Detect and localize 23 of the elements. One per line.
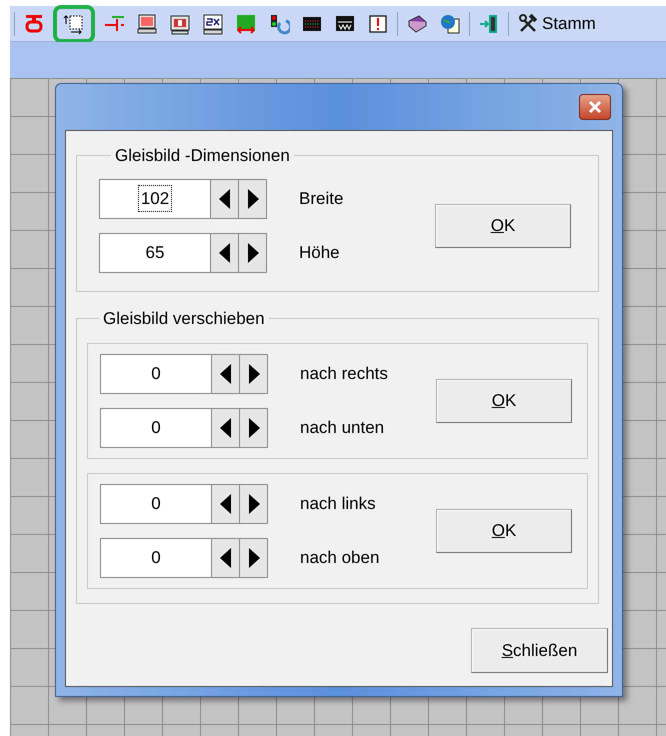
field-label: nach rechts [300,363,388,386]
field-label: Höhe [299,242,340,264]
ok-button[interactable]: OK [435,204,571,248]
ok-button[interactable]: OK [436,379,572,423]
field-label: nach oben [300,547,380,570]
signal-light-icon [268,12,290,34]
ok-button[interactable]: Schließen [471,628,608,673]
close-icon [588,100,602,114]
warning-icon [367,12,389,34]
toolbar-button[interactable]: Stamm [514,8,599,40]
hammer-wrench-icon [517,12,539,34]
sx-device-icon [202,12,224,34]
group-title: Gleisbild verschieben [102,308,266,330]
close-button[interactable] [579,94,611,120]
computer-icon [136,12,158,34]
ok-button[interactable]: OK [436,509,572,553]
field-label: Breite [299,188,344,210]
field-label: nach unten [300,417,384,440]
group-title: Gleisbild -Dimensionen [114,145,291,167]
field-label: nach links [300,493,376,516]
globe-document-icon [439,12,461,34]
resize-frame-icon [63,12,85,34]
exit-door-icon [478,12,500,34]
